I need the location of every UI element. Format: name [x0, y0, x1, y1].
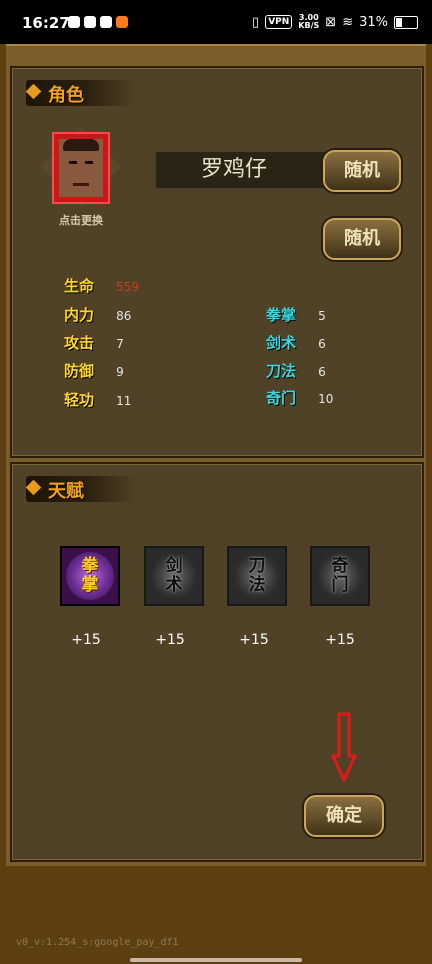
diamond-icon	[25, 83, 42, 100]
stat-value: 559	[116, 280, 140, 294]
stat-agility: 轻功 11	[64, 389, 131, 410]
random-name-button[interactable]: 随机	[323, 150, 401, 192]
vpn-icon: VPN	[265, 15, 293, 29]
wifi-icon: ≋	[342, 14, 354, 30]
stat-value: 5	[318, 309, 326, 323]
talent-section-title: 天赋	[48, 481, 84, 502]
version-footer: v0_v:1.254_s:google_pay_df1	[16, 937, 179, 948]
app-notification-icon	[84, 16, 96, 28]
stat-blade: 刀法 6	[266, 360, 326, 381]
stat-fist: 拳掌 5	[266, 304, 326, 325]
talent-card-fist[interactable]: 拳掌	[60, 546, 120, 606]
stat-value: 7	[116, 337, 124, 351]
battery-icon	[394, 15, 418, 29]
status-right: ▯ VPN 3.00 KB/S ⊠ ≋ 31%	[252, 14, 418, 30]
talent-bonus: +15	[325, 632, 355, 648]
stat-sword: 剑术 6	[266, 332, 326, 353]
vibrate-icon: ▯	[252, 14, 260, 30]
stat-label: 刀法	[266, 362, 297, 380]
portrait-image	[59, 139, 103, 197]
avatar-caption[interactable]: 点击更换	[50, 212, 112, 228]
stat-defense: 防御 9	[64, 360, 124, 381]
stat-value: 6	[318, 337, 326, 351]
stat-value: 10	[318, 392, 334, 406]
random-stats-button[interactable]: 随机	[323, 218, 401, 260]
notification-icons	[68, 16, 128, 28]
character-name-field[interactable]: 罗鸡仔	[154, 150, 334, 190]
speed-unit: KB/S	[298, 21, 320, 30]
talent-name: 刀法	[248, 556, 266, 595]
battery-percent: 31%	[359, 14, 388, 30]
avatar[interactable]	[52, 132, 110, 204]
status-bar: 16:27 ▯ VPN 3.00 KB/S ⊠ ≋ 31%	[0, 0, 432, 44]
home-indicator[interactable]	[130, 958, 302, 962]
talent-bonus: +15	[155, 632, 185, 648]
stat-value: 6	[318, 365, 326, 379]
stat-internal-power: 内力 86	[64, 304, 131, 325]
stat-attack: 攻击 7	[64, 332, 124, 353]
stat-value: 86	[116, 309, 132, 323]
talent-bonus: +15	[71, 632, 101, 648]
stat-label: 内力	[64, 306, 95, 324]
stat-label: 生命	[64, 277, 95, 295]
no-sim-icon: ⊠	[325, 14, 337, 30]
diamond-icon	[25, 479, 42, 496]
stat-label: 拳掌	[266, 306, 297, 324]
stat-hp: 生命 559	[64, 275, 139, 296]
stat-label: 奇门	[266, 389, 297, 407]
stat-exotic: 奇门 10	[266, 387, 333, 408]
talent-card-sword[interactable]: 剑术	[144, 546, 204, 606]
talent-bonus: +15	[239, 632, 269, 648]
avatar-button[interactable]	[41, 127, 121, 207]
stat-value: 11	[116, 394, 132, 408]
role-section-header: 角色	[25, 80, 136, 106]
role-section-title: 角色	[48, 85, 84, 106]
app-notification-icon	[68, 16, 80, 28]
stat-label: 攻击	[64, 334, 95, 352]
talent-name: 拳掌	[81, 556, 99, 595]
status-time: 16:27	[22, 14, 70, 32]
network-speed: 3.00 KB/S	[298, 14, 319, 30]
talent-section-header: 天赋	[25, 476, 136, 502]
talent-card-blade[interactable]: 刀法	[227, 546, 287, 606]
talent-name: 剑术	[165, 556, 183, 595]
mail-icon	[100, 16, 112, 28]
stat-value: 9	[116, 365, 124, 379]
stat-label: 轻功	[64, 391, 95, 409]
confirm-button[interactable]: 确定	[304, 795, 384, 837]
talent-name: 奇门	[331, 556, 349, 595]
down-arrow-icon	[331, 712, 357, 782]
talent-card-exotic[interactable]: 奇门	[310, 546, 370, 606]
stat-label: 剑术	[266, 334, 297, 352]
stat-label: 防御	[64, 362, 95, 380]
app-notification-icon	[116, 16, 128, 28]
